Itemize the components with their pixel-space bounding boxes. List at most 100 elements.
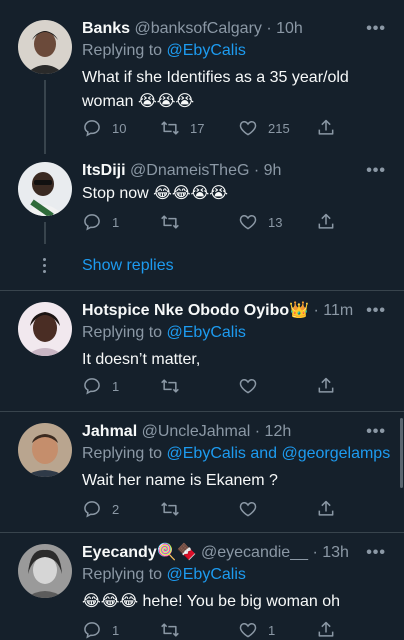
like-button[interactable]: 13 xyxy=(238,210,282,234)
like-count: 215 xyxy=(268,120,290,136)
retweet-button[interactable] xyxy=(160,497,180,521)
mention-link[interactable]: @EbyCalis and @georgelamps xyxy=(167,445,391,462)
avatar[interactable] xyxy=(18,423,72,477)
heart-icon xyxy=(239,378,257,394)
share-icon xyxy=(318,119,334,135)
more-options-icon[interactable]: ••• xyxy=(366,423,386,441)
timestamp[interactable]: 12h xyxy=(265,423,292,440)
share-button[interactable] xyxy=(316,374,336,398)
display-name[interactable]: ItsDiji xyxy=(82,162,126,179)
timestamp[interactable]: 13h xyxy=(322,544,349,561)
replying-to-label: Replying to xyxy=(82,324,167,341)
display-name[interactable]: Jahmal xyxy=(82,423,137,440)
share-icon xyxy=(318,377,334,393)
tweet-header: Hotspice Nke Obodo Oyibo👑 · 11m xyxy=(82,300,364,322)
reply-button[interactable]: 1 xyxy=(82,210,119,234)
retweet-button[interactable]: 17 xyxy=(160,116,204,140)
tweet-header: Eyecandy🍭🍫 @eyecandie__ · 13h xyxy=(82,542,364,564)
like-button[interactable]: 1 xyxy=(238,618,275,640)
more-options-icon[interactable]: ••• xyxy=(366,544,386,562)
reply-count: 2 xyxy=(112,501,120,517)
dot-separator: · xyxy=(309,302,324,319)
tweet-actions: 1 xyxy=(82,374,382,398)
replying-to-label: Replying to xyxy=(82,445,167,462)
share-button[interactable] xyxy=(316,618,336,640)
reply-button[interactable]: 2 xyxy=(82,497,119,521)
reply-button[interactable]: 1 xyxy=(82,374,119,398)
dot-separator: · xyxy=(249,162,264,179)
scrollbar[interactable] xyxy=(400,418,403,488)
heart-icon xyxy=(239,501,257,517)
display-name[interactable]: Eyecandy🍭🍫 xyxy=(82,544,197,561)
replying-to-label: Replying to xyxy=(82,566,167,583)
tweet-text: It doesn’t matter, xyxy=(82,351,201,368)
like-button[interactable] xyxy=(238,497,258,521)
tweet-actions: 2 xyxy=(82,497,382,521)
reply-count: 1 xyxy=(112,622,120,638)
retweet-button[interactable] xyxy=(160,374,180,398)
retweet-icon xyxy=(161,121,179,135)
tweet-itsdiji[interactable]: ItsDiji @DnameisTheG · 9h ••• Stop now 😂… xyxy=(0,160,404,250)
thread-line xyxy=(44,222,46,244)
heart-icon xyxy=(239,622,257,638)
avatar[interactable] xyxy=(18,544,72,598)
timestamp[interactable]: 11m xyxy=(323,302,353,319)
share-button[interactable] xyxy=(316,116,336,140)
thread-line xyxy=(44,80,46,154)
more-options-icon[interactable]: ••• xyxy=(366,302,386,320)
user-handle[interactable]: @DnameisTheG xyxy=(130,162,249,179)
show-replies-link[interactable]: Show replies xyxy=(82,257,174,275)
avatar[interactable] xyxy=(18,20,72,74)
divider xyxy=(0,532,404,533)
reply-icon xyxy=(84,378,100,395)
reply-button[interactable]: 10 xyxy=(82,116,126,140)
more-options-icon[interactable]: ••• xyxy=(366,162,386,180)
user-handle[interactable]: @banksofCalgary xyxy=(134,20,261,37)
retweet-icon xyxy=(161,215,179,229)
timestamp[interactable]: 9h xyxy=(264,162,282,179)
like-count: 13 xyxy=(268,214,283,230)
like-button[interactable]: 215 xyxy=(238,116,290,140)
avatar[interactable] xyxy=(18,162,72,216)
reply-icon xyxy=(84,214,100,231)
timestamp[interactable]: 10h xyxy=(276,20,303,37)
user-handle[interactable]: @UncleJahmal xyxy=(142,423,251,440)
retweet-button[interactable] xyxy=(160,618,180,640)
display-name[interactable]: Hotspice Nke Obodo Oyibo👑 xyxy=(82,302,309,319)
dot-separator: · xyxy=(261,20,277,37)
mention-link[interactable]: @EbyCalis xyxy=(167,324,246,341)
mention-link[interactable]: @EbyCalis xyxy=(167,566,246,583)
user-handle[interactable]: @eyecandie__ xyxy=(201,544,308,561)
replying-to: Replying to @EbyCalis xyxy=(82,322,246,344)
tweet-hotspice[interactable]: Hotspice Nke Obodo Oyibo👑 · 11m ••• Repl… xyxy=(0,300,404,408)
share-icon xyxy=(318,621,334,637)
tweet-eyecandy[interactable]: Eyecandy🍭🍫 @eyecandie__ · 13h ••• Replyi… xyxy=(0,542,404,640)
display-name[interactable]: Banks xyxy=(82,20,130,37)
avatar[interactable] xyxy=(18,302,72,356)
tweet-jahmal[interactable]: Jahmal @UncleJahmal · 12h ••• Replying t… xyxy=(0,421,404,531)
heart-icon xyxy=(239,120,257,136)
heart-icon xyxy=(239,214,257,230)
share-button[interactable] xyxy=(316,497,336,521)
share-button[interactable] xyxy=(316,210,336,234)
divider xyxy=(0,290,404,291)
reply-button[interactable]: 1 xyxy=(82,618,119,640)
retweet-icon xyxy=(161,623,179,637)
thread-dots-icon xyxy=(43,258,47,276)
replying-to: Replying to @EbyCalis xyxy=(82,40,246,62)
retweet-icon xyxy=(161,502,179,516)
tweet-banks[interactable]: Banks @banksofCalgary · 10h ••• Replying… xyxy=(0,18,404,154)
tweet-actions: 1 13 xyxy=(82,210,382,234)
replying-to: Replying to @EbyCalis and @georgelamps xyxy=(82,443,390,465)
reply-icon xyxy=(84,622,100,639)
retweet-button[interactable] xyxy=(160,210,190,234)
more-options-icon[interactable]: ••• xyxy=(366,20,386,38)
reply-count: 10 xyxy=(112,120,127,136)
tweet-actions: 1 1 xyxy=(82,618,382,640)
replying-to: Replying to @EbyCalis xyxy=(82,564,246,586)
like-button[interactable] xyxy=(238,374,258,398)
tweet-text: 😂😂😂 hehe! You be big woman oh xyxy=(82,593,341,610)
tweet-actions: 10 17 215 xyxy=(82,116,382,140)
mention-link[interactable]: @EbyCalis xyxy=(167,42,246,59)
tweet-header: ItsDiji @DnameisTheG · 9h xyxy=(82,160,364,182)
